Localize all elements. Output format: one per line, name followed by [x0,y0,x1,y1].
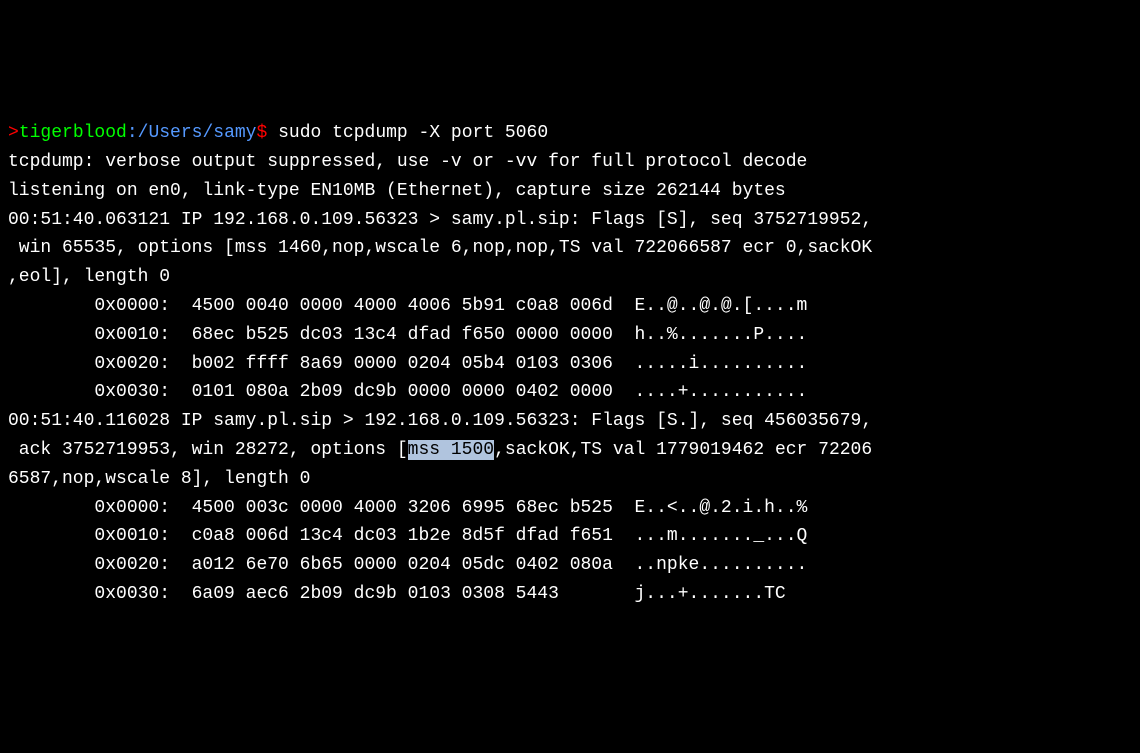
output-line: win 65535, options [mss 1460,nop,wscale … [8,234,1132,263]
hex-dump-line: 0x0020: b002 ffff 8a69 0000 0204 05b4 01… [8,350,1132,379]
hex-dump-line: 0x0000: 4500 0040 0000 4000 4006 5b91 c0… [8,292,1132,321]
prompt-sep: : [127,123,138,143]
prompt-line[interactable]: >tigerblood:/Users/samy$ sudo tcpdump -X… [8,119,1132,148]
hex-dump-line: 0x0030: 6a09 aec6 2b09 dc9b 0103 0308 54… [8,580,1132,609]
output-line: tcpdump: verbose output suppressed, use … [8,148,1132,177]
hex-dump-line: 0x0020: a012 6e70 6b65 0000 0204 05dc 04… [8,551,1132,580]
output-line: ack 3752719953, win 28272, options [mss … [8,436,1132,465]
prompt-dollar: $ [256,123,267,143]
prompt-host: tigerblood [19,123,127,143]
output-line: 00:51:40.116028 IP samy.pl.sip > 192.168… [8,407,1132,436]
highlighted-text: mss 1500 [408,440,494,460]
command-text: sudo tcpdump -X port 5060 [267,123,548,143]
prompt-marker: > [8,123,19,143]
hex-dump-line: 0x0030: 0101 080a 2b09 dc9b 0000 0000 04… [8,378,1132,407]
hex-dump-line: 0x0000: 4500 003c 0000 4000 3206 6995 68… [8,494,1132,523]
output-line: ,eol], length 0 [8,263,1132,292]
hex-dump-line: 0x0010: c0a8 006d 13c4 dc03 1b2e 8d5f df… [8,522,1132,551]
output-line: 00:51:40.063121 IP 192.168.0.109.56323 >… [8,206,1132,235]
output-text: ack 3752719953, win 28272, options [ [8,440,408,460]
output-line: listening on en0, link-type EN10MB (Ethe… [8,177,1132,206]
output-text: ,sackOK,TS val 1779019462 ecr 72206 [494,440,872,460]
output-line: 6587,nop,wscale 8], length 0 [8,465,1132,494]
prompt-path: /Users/samy [138,123,257,143]
hex-dump-line: 0x0010: 68ec b525 dc03 13c4 dfad f650 00… [8,321,1132,350]
